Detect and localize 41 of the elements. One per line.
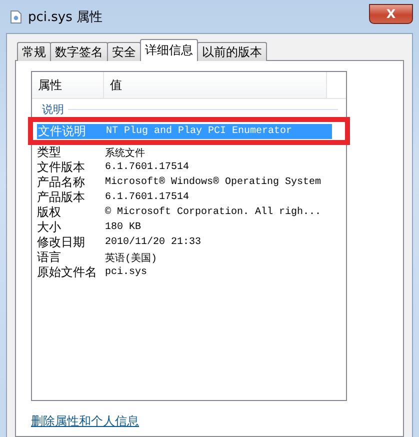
column-header[interactable]: 属性 [32,72,104,98]
property-name: 大小 [36,219,62,236]
property-name: 原始文件名 [36,264,98,281]
property-name: 产品名称 [36,174,86,191]
property-value: 英语(美国) [105,252,158,264]
property-name: 类型 [36,144,62,161]
tab[interactable]: 安全 [107,42,141,61]
property-value: © Microsoft Corporation. All righ... [105,207,322,218]
property-name: 产品版本 [36,189,86,206]
property-name: 文件版本 [36,159,86,176]
tab[interactable]: 数字签名 [50,42,108,61]
list-row[interactable]: 语言 英语(美国) [36,250,328,265]
file-icon [10,10,22,24]
property-value: 180 KB [105,222,142,233]
tab[interactable]: 常规 [17,42,51,61]
remove-properties-link[interactable]: 删除属性和个人信息 [31,413,139,430]
property-value: pci.sys [105,267,148,278]
list-row[interactable]: 大小 180 KB [36,220,328,235]
close-button[interactable]: X [369,4,413,24]
property-name: 文件说明 [37,123,87,140]
tab[interactable]: 详细信息 [140,39,198,61]
list-row[interactable]: 文件版本 6.1.7601.17514 [36,160,328,175]
column-header[interactable]: 值 [104,72,327,98]
list-row[interactable]: 修改日期 2010/11/20 21:33 [36,235,328,250]
property-value: 系统文件 [105,146,145,160]
window-title: pci.sys 属性 [28,8,103,26]
property-name: 修改日期 [36,234,86,251]
property-name: 版权 [36,204,62,221]
property-value: 2010/11/20 21:33 [105,237,202,248]
list-row[interactable]: 产品名称 Microsoft® Windows® Operating System [36,175,328,190]
property-value: NT Plug and Play PCI Enumerator [106,126,292,137]
property-value: 6.1.7601.17514 [105,192,190,203]
list-row[interactable]: 类型 系统文件 [36,145,328,160]
list-row[interactable]: 产品版本 6.1.7601.17514 [36,190,328,205]
property-value: 6.1.7601.17514 [105,162,190,173]
group-title: 说明 [42,102,64,116]
list-row[interactable]: 版权 © Microsoft Corporation. All righ... [36,205,328,220]
tab[interactable]: 以前的版本 [197,42,267,61]
property-name: 语言 [36,249,62,266]
list-row[interactable]: 原始文件名 pci.sys [36,265,328,280]
property-value: Microsoft® Windows® Operating System [105,177,322,188]
